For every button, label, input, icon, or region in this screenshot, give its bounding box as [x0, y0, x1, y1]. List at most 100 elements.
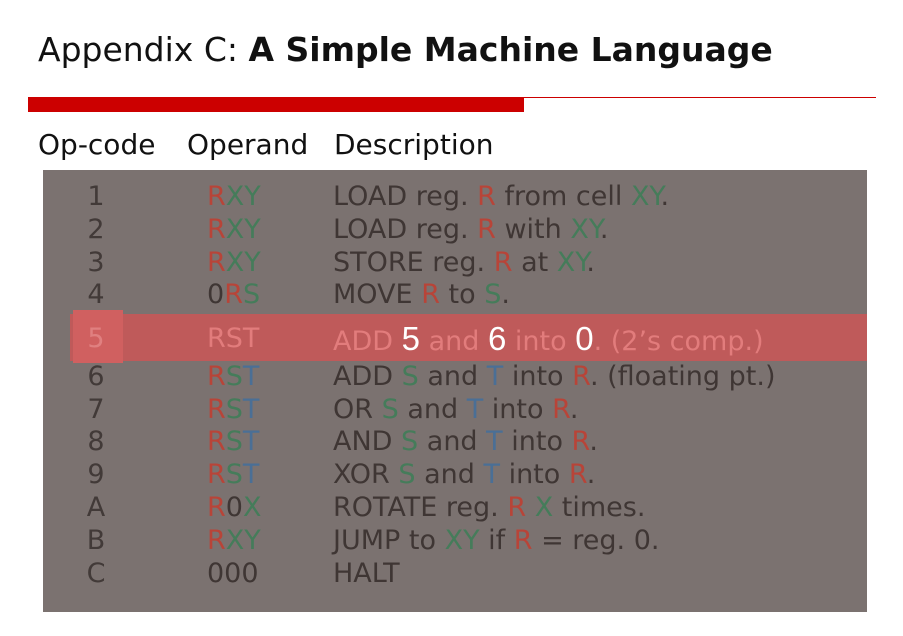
title-accent-bar: [28, 97, 524, 112]
text-segment: RST: [207, 323, 260, 354]
text-segment: HALT: [333, 558, 400, 589]
text-segment: R: [224, 279, 243, 310]
description-cell: ROTATE reg. R X times.: [333, 491, 645, 524]
text-segment: and: [418, 361, 487, 392]
text-segment: T: [242, 394, 260, 425]
text-segment: 000: [207, 558, 259, 589]
text-segment: 0: [207, 279, 225, 310]
operand-cell: RXY: [207, 524, 261, 557]
operand-cell: RXY: [207, 180, 261, 213]
description-cell: XOR S and T into R.: [333, 458, 595, 491]
text-segment: .: [501, 279, 510, 310]
text-segment: .: [589, 426, 598, 457]
opcode-cell: 5: [87, 323, 105, 354]
text-segment: R: [207, 459, 226, 490]
text-segment: STORE reg.: [333, 247, 494, 278]
operand-cell: RST: [207, 393, 259, 426]
text-segment: R: [493, 247, 513, 278]
opcode-cell: 7: [87, 394, 105, 425]
table-row: 7 RST OR S and T into R.: [43, 393, 867, 426]
header-description: Description: [334, 128, 494, 161]
text-segment: to: [439, 279, 485, 310]
text-segment: . (floating pt.): [589, 361, 776, 392]
text-segment: T: [483, 459, 500, 490]
text-segment: MOVE: [333, 279, 422, 310]
text-segment: R: [571, 426, 590, 457]
opcode-cell: 6: [87, 361, 105, 392]
text-segment: . (2’s comp.): [593, 326, 764, 357]
title-prefix: Appendix C:: [38, 30, 249, 69]
text-segment: R: [572, 361, 590, 392]
description-cell: ADD S and T into R. (floating pt.): [333, 360, 776, 393]
table-row: 5 RST ADD 5 and 6 into 0. (2’s comp.): [43, 322, 867, 358]
text-segment: 6: [487, 320, 507, 357]
operand-cell: 000: [207, 557, 259, 590]
table-row: 1 RXY LOAD reg. R from cell XY.: [43, 180, 867, 213]
text-segment: ADD: [333, 326, 402, 357]
table-row: 9 RST XOR S and T into R.: [43, 458, 867, 491]
text-segment: R: [507, 492, 527, 523]
text-segment: XY: [225, 181, 261, 212]
text-segment: into: [503, 361, 573, 392]
text-segment: R: [207, 394, 226, 425]
text-segment: JUMP to: [333, 525, 445, 556]
text-segment: .: [569, 394, 579, 425]
text-segment: XY: [570, 214, 600, 245]
text-segment: S: [401, 426, 419, 457]
operand-cell: R0X: [207, 491, 261, 524]
text-segment: XY: [225, 214, 261, 245]
text-segment: into: [499, 459, 569, 490]
text-segment: .: [660, 181, 670, 212]
description-cell: STORE reg. R at XY.: [333, 246, 595, 279]
description-cell: LOAD reg. R from cell XY.: [333, 180, 669, 213]
table-row: B RXY JUMP to XY if R = reg. 0.: [43, 524, 867, 557]
text-segment: and: [420, 326, 488, 357]
description-cell: AND S and T into R.: [333, 425, 598, 458]
text-segment: T: [242, 459, 260, 490]
highlighted-row: 5 RST ADD 5 and 6 into 0. (2’s comp.): [43, 322, 867, 358]
text-segment: with: [495, 214, 571, 245]
text-segment: XOR: [333, 459, 399, 490]
text-segment: R: [207, 214, 226, 245]
text-segment: AND: [333, 426, 402, 457]
text-segment: into: [502, 426, 572, 457]
text-segment: XY: [444, 525, 480, 556]
text-segment: into: [483, 394, 553, 425]
description-cell: ADD 5 and 6 into 0. (2’s comp.): [333, 322, 764, 358]
text-segment: 0: [575, 320, 594, 357]
text-segment: R: [207, 181, 226, 212]
text-segment: at: [512, 247, 557, 278]
text-segment: into: [506, 326, 576, 357]
text-segment: 0: [225, 492, 243, 523]
operand-cell: RXY: [207, 246, 261, 279]
opcode-cell: B: [86, 525, 106, 556]
description-cell: JUMP to XY if R = reg. 0.: [333, 524, 660, 557]
text-segment: S: [398, 459, 416, 490]
text-segment: R: [477, 214, 496, 245]
text-segment: LOAD reg.: [333, 214, 478, 245]
text-segment: ADD: [333, 361, 402, 392]
text-segment: XY: [556, 247, 587, 278]
description-cell: OR S and T into R.: [333, 393, 579, 426]
text-segment: R: [421, 279, 440, 310]
text-segment: .: [586, 247, 595, 278]
text-segment: T: [486, 361, 504, 392]
text-segment: from cell: [495, 181, 631, 212]
opcode-cell: 8: [87, 426, 105, 457]
opcode-cell: 4: [87, 279, 105, 310]
text-segment: X: [242, 492, 262, 523]
text-segment: S: [242, 279, 261, 310]
text-segment: R: [568, 459, 587, 490]
text-segment: XY: [225, 525, 261, 556]
operand-cell: 0RS: [207, 278, 260, 311]
text-segment: R: [207, 426, 226, 457]
text-segment: 5: [401, 320, 420, 357]
text-segment: R: [207, 361, 226, 392]
text-segment: XY: [225, 247, 261, 278]
text-segment: R: [207, 247, 226, 278]
text-segment: R: [207, 492, 226, 523]
text-segment: and: [398, 394, 467, 425]
text-segment: OR: [333, 394, 382, 425]
table-row: 4 0RS MOVE R to S.: [43, 278, 867, 311]
text-segment: .: [599, 214, 609, 245]
